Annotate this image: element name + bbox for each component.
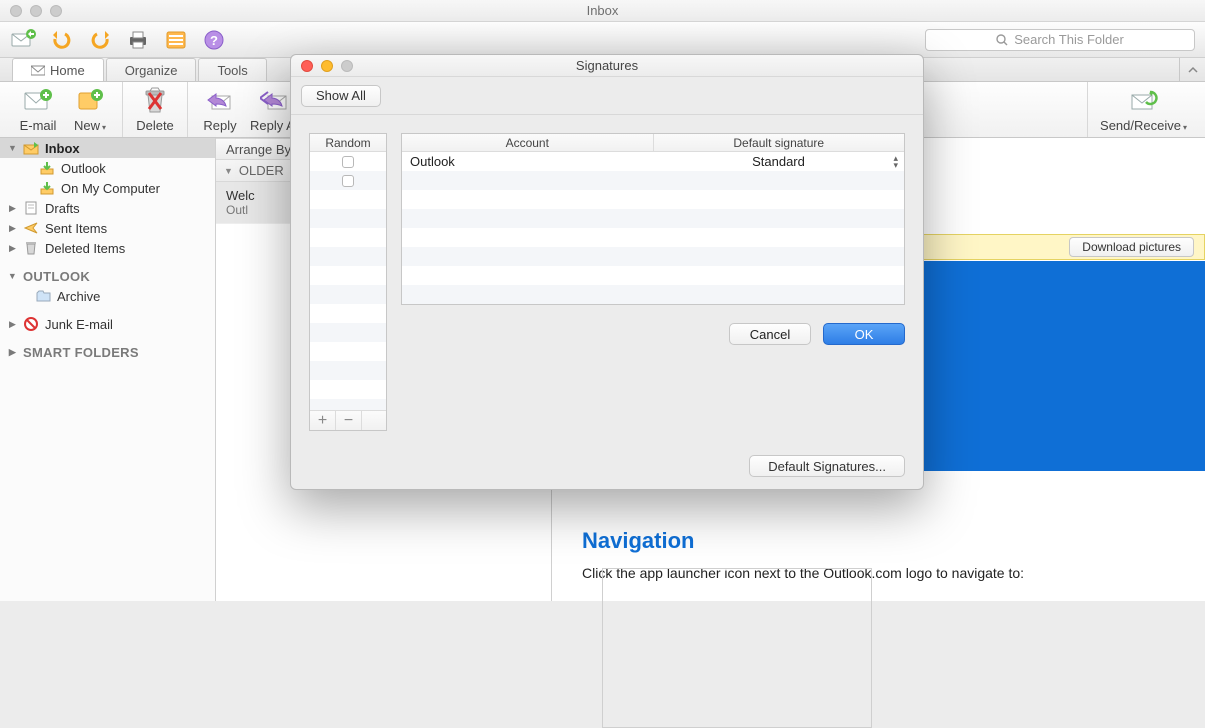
search-placeholder: Search This Folder: [1014, 32, 1124, 47]
signature-checkbox-row[interactable]: [310, 152, 386, 171]
disclosure-down-icon[interactable]: ▼: [8, 271, 17, 281]
email-button[interactable]: E-mail: [16, 86, 60, 133]
sidebar-item-drafts[interactable]: ▶ Drafts: [0, 198, 215, 218]
disclosure-right-icon[interactable]: ▶: [8, 243, 17, 254]
disclosure-right-icon[interactable]: ▶: [8, 223, 17, 234]
ok-button[interactable]: OK: [823, 323, 905, 345]
list-icon[interactable]: [162, 26, 190, 54]
default-signatures-table: Account Default signature Outlook Standa…: [401, 133, 905, 305]
print-icon[interactable]: [124, 26, 152, 54]
signature-list: Random + −: [309, 133, 387, 431]
inbox-icon: [23, 140, 39, 156]
cancel-button[interactable]: Cancel: [729, 323, 811, 345]
undo-icon[interactable]: [48, 26, 76, 54]
disclosure-right-icon[interactable]: ▶: [8, 319, 17, 330]
disclosure-down-icon[interactable]: ▼: [8, 143, 17, 153]
help-icon[interactable]: ?: [200, 26, 228, 54]
column-account[interactable]: Account: [402, 134, 654, 151]
redo-icon[interactable]: [86, 26, 114, 54]
traffic-lights: [10, 5, 62, 17]
default-signatures-button[interactable]: Default Signatures...: [749, 455, 905, 477]
sendreceive-icon-large: [1129, 86, 1159, 116]
close-dot[interactable]: [10, 5, 22, 17]
trash-icon: [23, 240, 39, 256]
window-titlebar: Inbox: [0, 0, 1205, 22]
tab-home[interactable]: Home: [12, 58, 104, 81]
tab-organize[interactable]: Organize: [106, 58, 197, 81]
checkbox[interactable]: [342, 156, 354, 168]
checkbox[interactable]: [342, 175, 354, 187]
sidebar-section-smartfolders[interactable]: ▶ SMART FOLDERS: [0, 342, 215, 362]
attachment-placeholder: [602, 568, 872, 728]
email-icon: [23, 86, 53, 116]
dialog-titlebar: Signatures: [291, 55, 923, 77]
replyall-icon: [260, 86, 290, 116]
sidebar-item-inbox[interactable]: ▼ Inbox: [0, 138, 215, 158]
sendreceive-button[interactable]: Send/Receive▾: [1100, 86, 1187, 133]
new-icon: [75, 86, 105, 116]
signatures-dialog: Signatures Show All Random + −: [290, 54, 924, 490]
sidebar-item-onmycomputer[interactable]: On My Computer: [0, 178, 215, 198]
sidebar-item-junk[interactable]: ▶ Junk E-mail: [0, 314, 215, 334]
drafts-icon: [23, 200, 39, 216]
quick-toolbar: ? Search This Folder: [0, 22, 1205, 58]
add-signature-button[interactable]: +: [310, 411, 336, 430]
signature-checkbox-row[interactable]: [310, 171, 386, 190]
sidebar-item-archive[interactable]: Archive: [0, 286, 215, 306]
new-button[interactable]: New▾: [68, 86, 112, 133]
nav-heading: Navigation: [582, 528, 1185, 554]
show-all-button[interactable]: Show All: [301, 85, 381, 107]
sidebar-section-outlook[interactable]: ▼ OUTLOOK: [0, 266, 215, 286]
disclosure-right-icon[interactable]: ▶: [8, 347, 17, 358]
download-icon: [39, 160, 55, 176]
minimize-dot[interactable]: [30, 5, 42, 17]
column-default-signature[interactable]: Default signature: [654, 134, 905, 151]
sent-icon: [23, 220, 39, 236]
download-pictures-button[interactable]: Download pictures: [1069, 237, 1194, 257]
cell-account: Outlook: [402, 154, 653, 169]
cell-default-signature-select[interactable]: Standard ▴▾: [653, 154, 904, 169]
delete-button[interactable]: Delete: [133, 86, 177, 133]
tab-tools[interactable]: Tools: [198, 58, 266, 81]
column-random[interactable]: Random: [310, 134, 386, 152]
sidebar-item-outlook-account[interactable]: Outlook: [0, 158, 215, 178]
junk-icon: [23, 316, 39, 332]
search-input[interactable]: Search This Folder: [925, 29, 1195, 51]
ribbon-collapse-icon[interactable]: [1179, 58, 1205, 81]
chevron-down-icon[interactable]: ▾: [1183, 123, 1187, 132]
stepper-icon[interactable]: ▴▾: [893, 155, 898, 168]
disclosure-right-icon[interactable]: ▶: [8, 203, 17, 214]
trash-icon: [140, 86, 170, 116]
chevron-down-icon[interactable]: ▾: [102, 123, 106, 132]
svg-text:?: ?: [210, 33, 218, 48]
folder-sidebar: ▼ Inbox Outlook On My Computer ▶ Drafts …: [0, 138, 216, 601]
folder-icon: [35, 288, 51, 304]
sendreceive-icon[interactable]: [10, 26, 38, 54]
remove-signature-button[interactable]: −: [336, 411, 362, 430]
reply-icon: [205, 86, 235, 116]
reply-button[interactable]: Reply: [198, 86, 242, 133]
dialog-title: Signatures: [291, 58, 923, 73]
window-title: Inbox: [0, 3, 1205, 18]
zoom-dot[interactable]: [50, 5, 62, 17]
download-icon: [39, 180, 55, 196]
sidebar-item-sentitems[interactable]: ▶ Sent Items: [0, 218, 215, 238]
sidebar-item-deleteditems[interactable]: ▶ Deleted Items: [0, 238, 215, 258]
table-row[interactable]: Outlook Standard ▴▾: [402, 152, 904, 171]
